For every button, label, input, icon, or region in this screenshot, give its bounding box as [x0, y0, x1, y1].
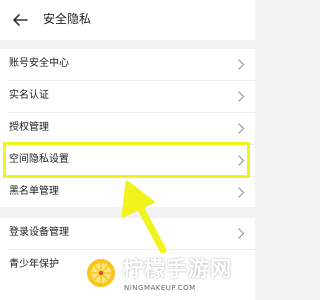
menu-item-label: 账号安全中心 [9, 58, 69, 69]
menu-item-real-name-verification[interactable]: 实名认证 [0, 81, 255, 113]
top-app-bar: 安全隐私 [0, 0, 255, 40]
chevron-right-icon [238, 228, 245, 239]
menu-item-authorization-management[interactable]: 授权管理 [0, 113, 255, 145]
menu-item-label: 登录设备管理 [9, 227, 69, 238]
chevron-right-icon [238, 91, 245, 102]
menu-item-label: 授权管理 [9, 122, 49, 133]
chevron-right-icon [238, 59, 245, 70]
chevron-right-icon [238, 123, 245, 134]
watermark-url: NINGMAKEUP.COM [124, 284, 196, 292]
menu-item-label: 黑名单管理 [9, 186, 59, 197]
menu-item-label: 青少年保护 [9, 259, 59, 270]
watermark: 柠檬手游网 NINGMAKEUP.COM [84, 253, 255, 300]
highlight-box [3, 142, 250, 178]
menu-item-account-security-center[interactable]: 账号安全中心 [0, 49, 255, 81]
pointer-arrow-icon [121, 180, 167, 253]
security-privacy-page: 安全隐私 账号安全中心 实名认证 授权管理 空间隐私设置 黑名单管理 登录设备管… [0, 0, 255, 300]
back-button[interactable] [8, 8, 32, 32]
watermark-brand: 柠檬手游网 [122, 257, 232, 281]
lemon-logo-icon [85, 257, 117, 289]
chevron-right-icon [238, 187, 245, 198]
page-title: 安全隐私 [43, 12, 92, 26]
back-arrow-icon [13, 14, 28, 26]
menu-item-label: 实名认证 [9, 90, 49, 101]
